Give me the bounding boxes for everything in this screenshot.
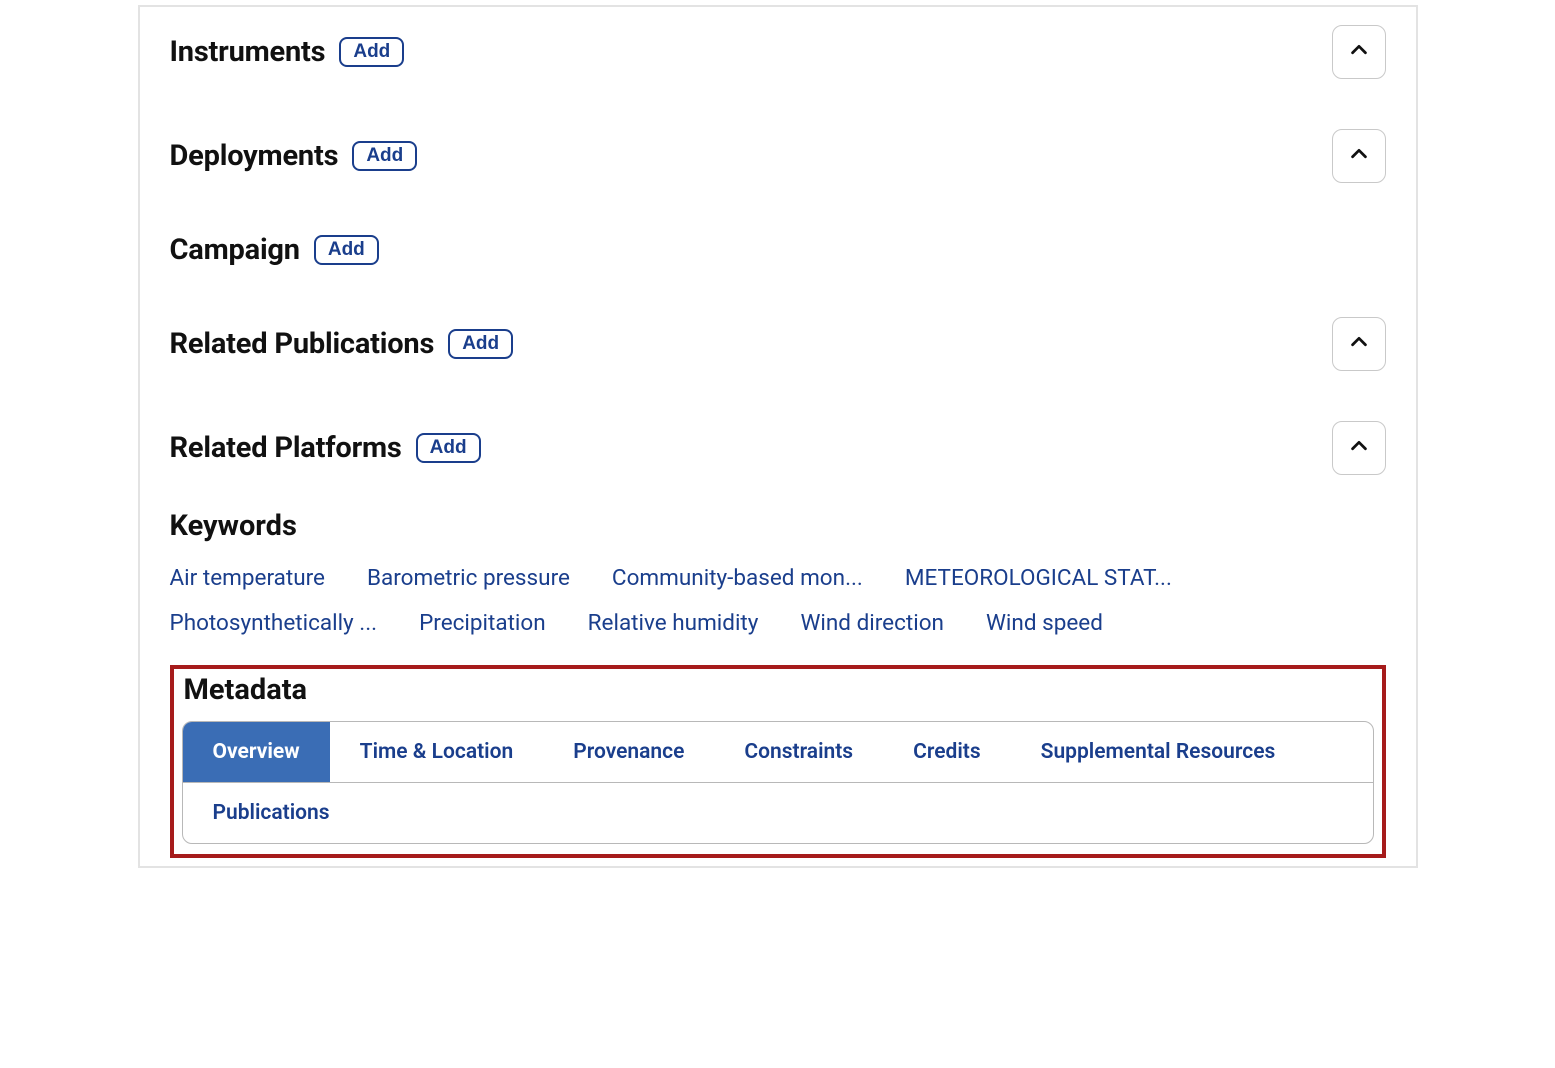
tab-constraints[interactable]: Constraints xyxy=(714,722,883,782)
chevron-up-icon xyxy=(1348,143,1370,169)
tab-publications[interactable]: Publications xyxy=(183,783,360,843)
section-title-campaign: Campaign xyxy=(170,233,300,267)
tab-row-1: Overview Time & Location Provenance Cons… xyxy=(183,722,1373,783)
section-header-left: Related Platforms Add xyxy=(170,431,481,465)
keyword-link[interactable]: Community-based mon... xyxy=(612,561,863,596)
tab-time-location[interactable]: Time & Location xyxy=(330,722,544,782)
section-header-left: Related Publications Add xyxy=(170,327,514,361)
section-title-deployments: Deployments xyxy=(170,139,339,173)
section-instruments: Instruments Add xyxy=(170,25,1386,79)
keyword-link[interactable]: METEOROLOGICAL STAT... xyxy=(905,561,1172,596)
keyword-link[interactable]: Relative humidity xyxy=(588,606,759,641)
chevron-up-icon xyxy=(1348,39,1370,65)
section-related-publications: Related Publications Add xyxy=(170,317,1386,371)
add-button-campaign[interactable]: Add xyxy=(314,235,379,265)
section-campaign: Campaign Add xyxy=(170,233,1386,267)
section-header-left: Deployments Add xyxy=(170,139,418,173)
section-keywords: Keywords Air temperature Barometric pres… xyxy=(170,509,1386,641)
chevron-up-icon xyxy=(1348,331,1370,357)
tab-credits[interactable]: Credits xyxy=(883,722,1011,782)
tab-provenance[interactable]: Provenance xyxy=(543,722,714,782)
add-button-instruments[interactable]: Add xyxy=(339,37,404,67)
tab-row-2: Publications xyxy=(183,783,1373,843)
keyword-link[interactable]: Air temperature xyxy=(170,561,325,596)
add-button-related-platforms[interactable]: Add xyxy=(416,433,481,463)
collapse-button-related-publications[interactable] xyxy=(1332,317,1386,371)
section-title-metadata: Metadata xyxy=(184,673,1374,707)
keyword-link[interactable]: Photosynthetically ... xyxy=(170,606,378,641)
section-title-instruments: Instruments xyxy=(170,35,326,69)
add-button-deployments[interactable]: Add xyxy=(352,141,417,171)
keyword-link[interactable]: Barometric pressure xyxy=(367,561,570,596)
section-title-keywords: Keywords xyxy=(170,509,1386,543)
section-header-left: Instruments Add xyxy=(170,35,405,69)
content-panel: Instruments Add Deployments Add Campaign… xyxy=(138,5,1418,868)
section-related-platforms: Related Platforms Add xyxy=(170,421,1386,475)
collapse-button-related-platforms[interactable] xyxy=(1332,421,1386,475)
collapse-button-instruments[interactable] xyxy=(1332,25,1386,79)
tab-supplemental-resources[interactable]: Supplemental Resources xyxy=(1011,722,1306,782)
keyword-link[interactable]: Wind speed xyxy=(986,606,1103,641)
metadata-highlight-box: Metadata Overview Time & Location Proven… xyxy=(170,665,1386,858)
metadata-tabs: Overview Time & Location Provenance Cons… xyxy=(182,721,1374,844)
add-button-related-publications[interactable]: Add xyxy=(448,329,513,359)
section-title-related-publications: Related Publications xyxy=(170,327,435,361)
section-header-left: Campaign Add xyxy=(170,233,379,267)
section-title-related-platforms: Related Platforms xyxy=(170,431,402,465)
chevron-up-icon xyxy=(1348,435,1370,461)
keywords-list: Air temperature Barometric pressure Comm… xyxy=(170,561,1386,641)
tab-overview[interactable]: Overview xyxy=(183,722,330,782)
keyword-link[interactable]: Precipitation xyxy=(419,606,546,641)
collapse-button-deployments[interactable] xyxy=(1332,129,1386,183)
section-deployments: Deployments Add xyxy=(170,129,1386,183)
keyword-link[interactable]: Wind direction xyxy=(800,606,944,641)
